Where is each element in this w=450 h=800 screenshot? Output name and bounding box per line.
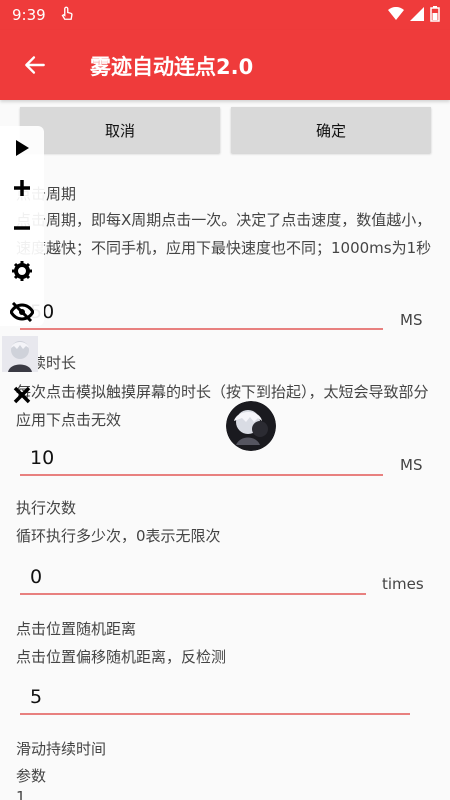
desc-random-offset: 点击位置偏移随机距离，反检测	[16, 648, 227, 666]
avatar[interactable]	[2, 336, 38, 372]
battery-icon	[430, 6, 440, 22]
random-offset-input[interactable]: 5	[20, 681, 410, 715]
minus-icon[interactable]	[8, 214, 36, 242]
heading-repeat-count: 执行次数	[16, 499, 77, 517]
touch-icon	[61, 6, 73, 20]
gear-icon[interactable]	[8, 257, 36, 285]
unit-click-period: MS	[400, 311, 423, 329]
desc-repeat-count: 循环执行多少次，0表示无限次	[16, 527, 221, 545]
heading-random-offset: 点击位置随机距离	[16, 620, 137, 638]
unit-repeat-count: times	[382, 575, 424, 593]
wifi-icon	[388, 7, 404, 20]
floating-avatar[interactable]	[226, 401, 276, 451]
swipe-duration-value[interactable]: 1	[16, 788, 26, 800]
page-title: 雾迹自动连点2.0	[90, 55, 254, 79]
desc-click-period: 点击周期，即每X周期点击一次。决定了点击速度，数值越小，速度越快；不同手机，应用…	[16, 211, 432, 257]
click-period-input[interactable]: 50	[20, 296, 383, 330]
app-bar: 雾迹自动连点2.0	[0, 30, 450, 100]
plus-icon[interactable]	[8, 174, 36, 202]
status-time: 9:39	[12, 6, 46, 24]
duration-input[interactable]: 10	[20, 442, 383, 476]
desc-swipe-duration: 参数	[16, 767, 47, 785]
close-icon[interactable]	[8, 381, 36, 409]
heading-swipe-duration: 滑动持续时间	[16, 740, 107, 758]
signal-icon	[410, 7, 424, 21]
play-icon[interactable]	[8, 134, 36, 162]
back-arrow-icon[interactable]	[22, 52, 48, 78]
cancel-button[interactable]: 取消	[20, 107, 220, 153]
repeat-count-input[interactable]: 0	[20, 561, 366, 595]
unit-duration: MS	[400, 456, 423, 474]
floating-toolbar	[0, 126, 44, 410]
eye-off-icon[interactable]	[8, 298, 36, 326]
confirm-button[interactable]: 确定	[231, 107, 431, 153]
status-bar: 9:39	[0, 0, 450, 30]
